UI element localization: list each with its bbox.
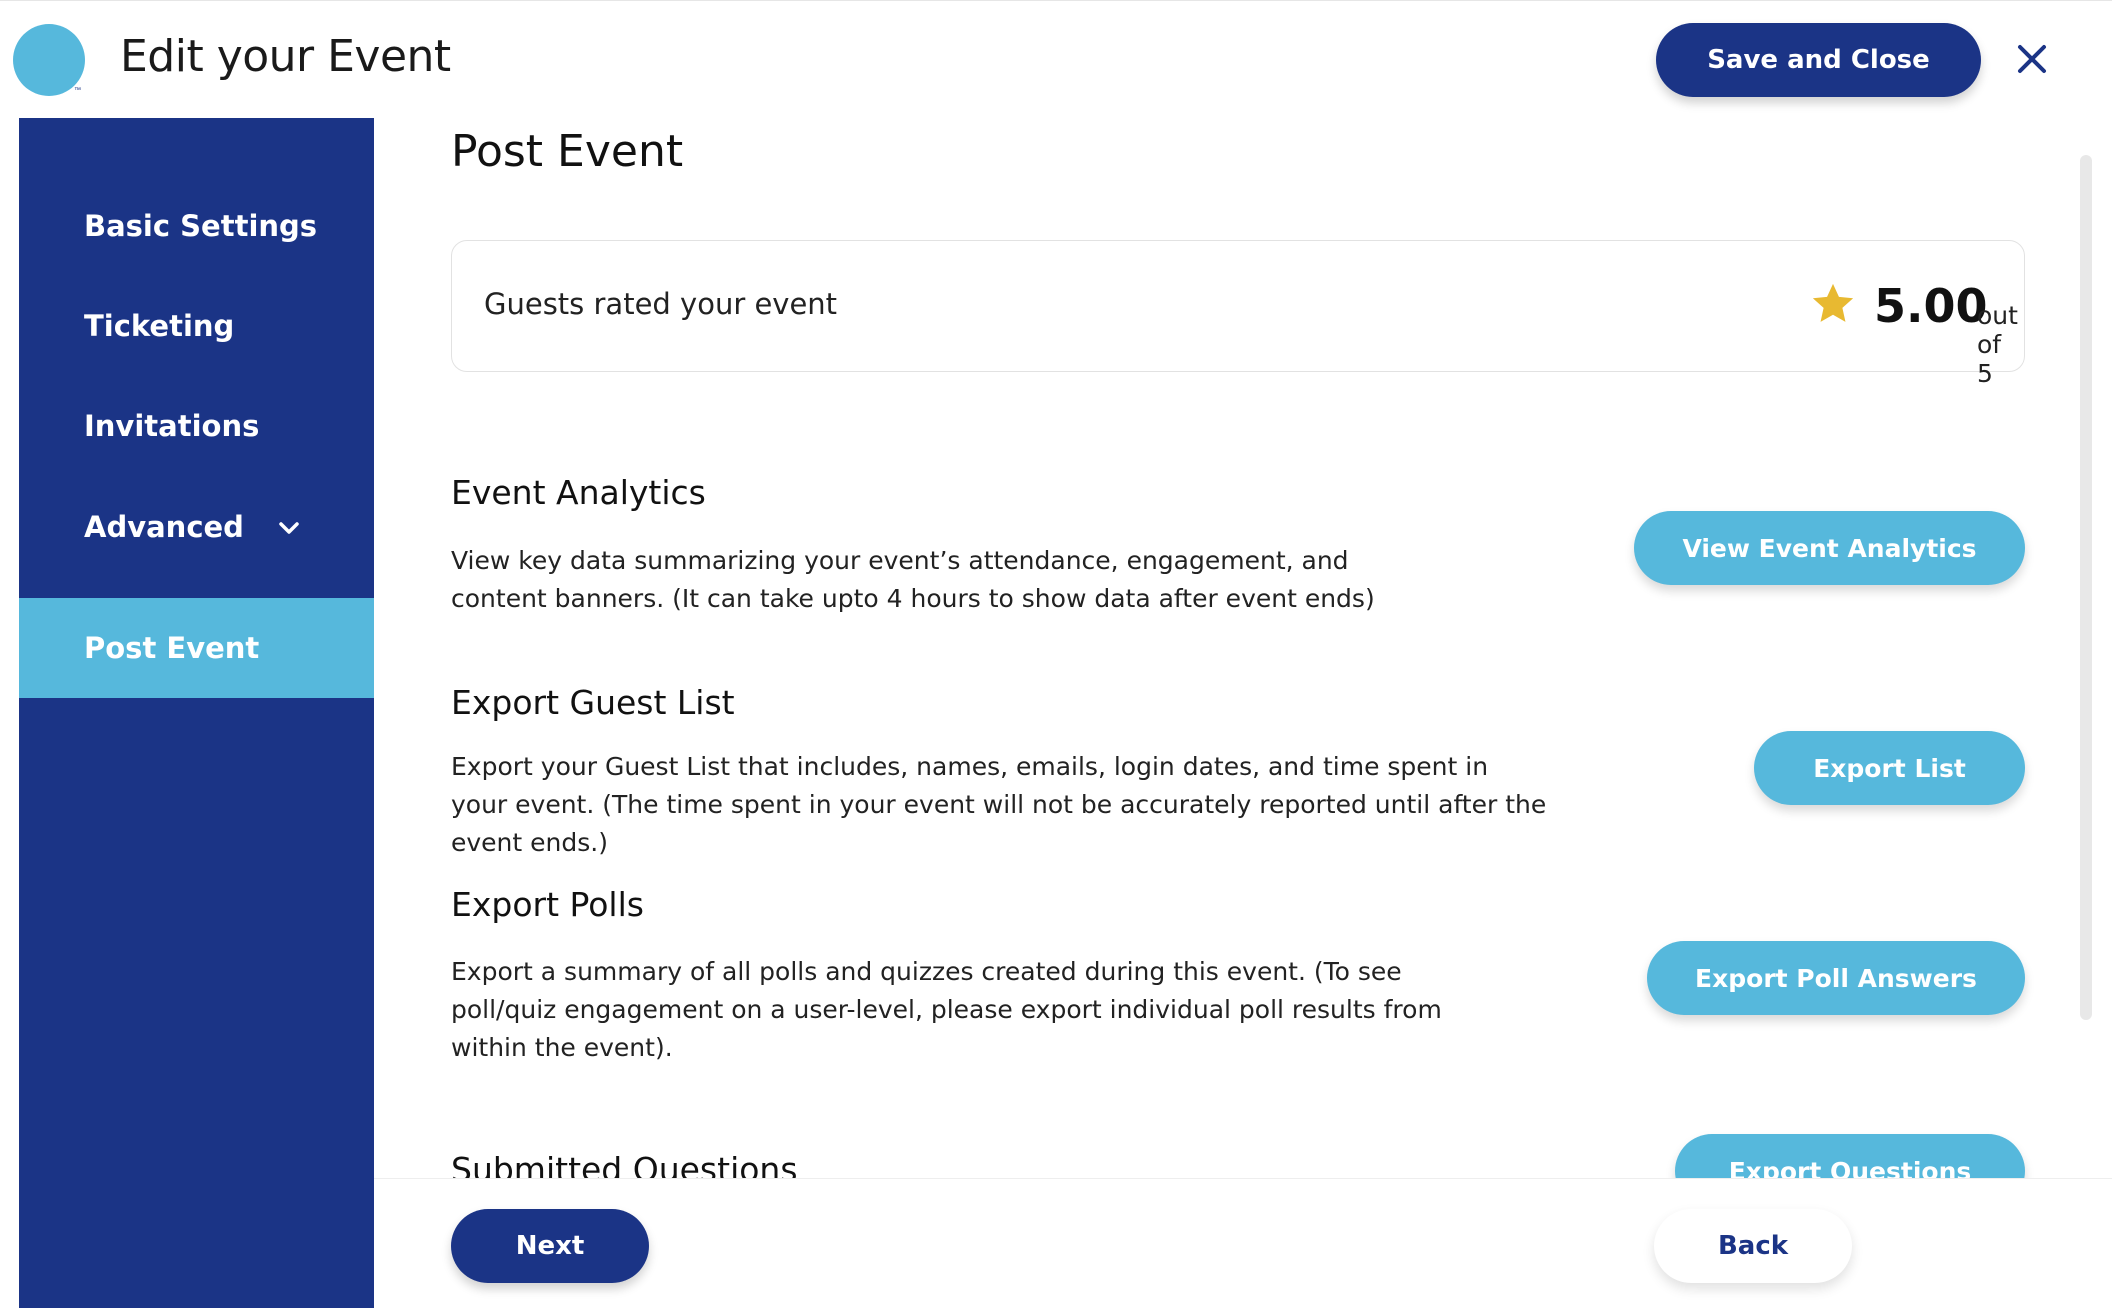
view-event-analytics-button[interactable]: View Event Analytics [1634,511,2025,585]
section-title-export-polls: Export Polls [451,885,644,924]
rating-suffix: out of 5 [1977,301,2018,388]
sidebar-item-advanced[interactable]: Advanced [19,477,374,577]
page-header-title: Edit your Event [120,31,451,82]
export-questions-button[interactable]: Export Questions [1675,1134,2025,1178]
sidebar-item-ticketing[interactable]: Ticketing [19,276,374,376]
section-title-export-guest-list: Export Guest List [451,683,735,722]
export-list-button[interactable]: Export List [1754,731,2025,805]
page-title: Post Event [451,126,684,177]
sidebar-item-label: Advanced [84,510,244,544]
section-description-event-analytics: View key data summarizing your event’s a… [451,546,1375,613]
export-poll-answers-button[interactable]: Export Poll Answers [1647,941,2025,1015]
trademark-mark: ™ [74,87,81,94]
sidebar-item-label: Ticketing [84,309,235,343]
section-description-export-guest-list: Export your Guest List that includes, na… [451,752,1547,857]
sidebar-item-label: Invitations [84,409,260,443]
close-icon[interactable] [2012,39,2052,79]
back-button[interactable]: Back [1654,1209,1852,1283]
sidebar-item-label: Post Event [84,631,260,665]
sidebar-item-label: Basic Settings [84,209,318,243]
section-title-event-analytics: Event Analytics [451,473,706,512]
main-content: Post Event Guests rated your event 5.00 … [374,118,2074,1178]
save-and-close-button[interactable]: Save and Close [1656,23,1981,97]
section-description-export-polls: Export a summary of all polls and quizze… [451,957,1442,1062]
section-title-submitted-questions: Submitted Questions [451,1150,798,1178]
star-icon [1812,283,1854,322]
brand-logo [13,24,85,96]
sidebar-item-basic-settings[interactable]: Basic Settings [19,176,374,276]
rating-label: Guests rated your event [484,287,838,321]
next-button[interactable]: Next [451,1209,649,1283]
app-header: ™ Edit your Event Save and Close [0,0,2112,118]
sidebar-item-invitations[interactable]: Invitations [19,376,374,476]
chevron-down-icon[interactable] [274,513,304,543]
sidebar-item-post-event[interactable]: Post Event [19,598,374,698]
footer-bar: Next Back [374,1178,2112,1308]
sidebar-nav: Basic Settings Ticketing Invitations Adv… [19,118,374,1308]
rating-card: Guests rated your event 5.00 out of 5 [451,240,2025,388]
rating-value: 5.00 [1874,279,1988,333]
vertical-scrollbar[interactable] [2080,155,2092,1020]
